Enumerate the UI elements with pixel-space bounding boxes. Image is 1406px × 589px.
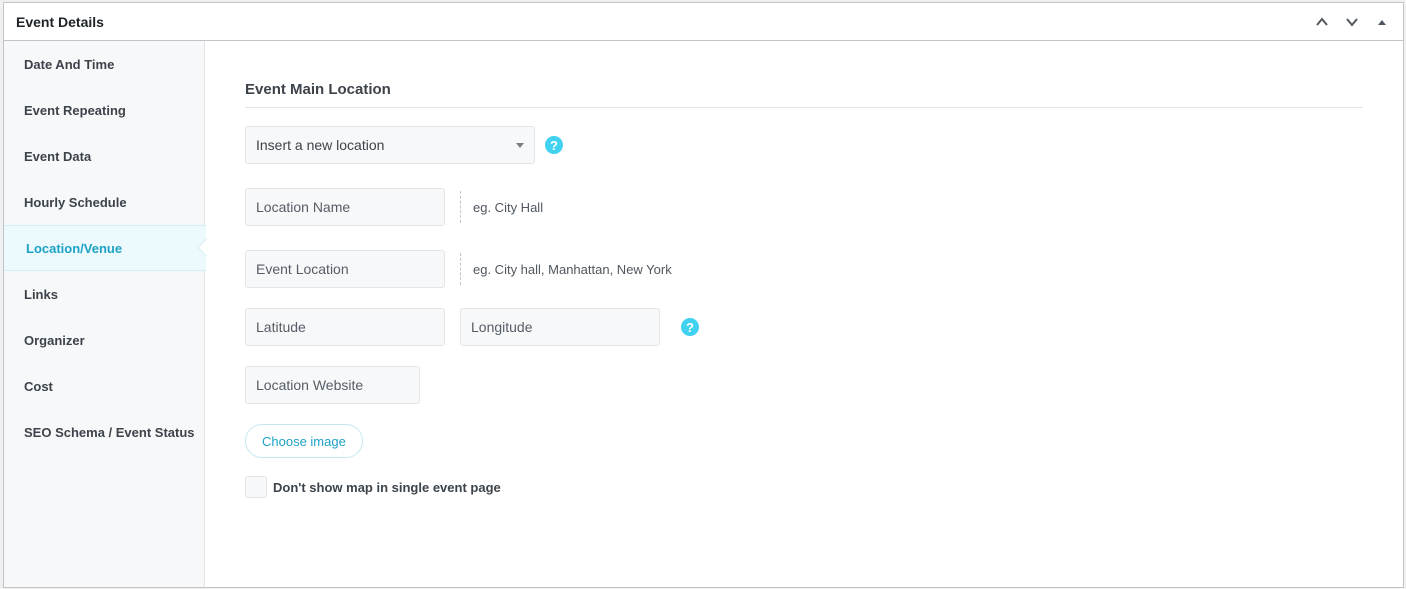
- sidebar-item-hourly-schedule[interactable]: Hourly Schedule: [4, 179, 204, 225]
- coordinates-row: ?: [245, 308, 699, 346]
- metabox-title: Event Details: [16, 13, 104, 30]
- website-row: [245, 366, 420, 404]
- choose-image-button[interactable]: Choose image: [245, 424, 363, 458]
- sidebar-item-links[interactable]: Links: [4, 271, 204, 317]
- sidebar-item-date-and-time[interactable]: Date And Time: [4, 41, 204, 87]
- section-title: Event Main Location: [245, 81, 1363, 108]
- chevron-down-icon: [1346, 17, 1358, 27]
- event-location-hint: eg. City hall, Manhattan, New York: [460, 253, 672, 285]
- sidebar-item-location-venue[interactable]: Location/Venue: [4, 225, 206, 271]
- location-website-input[interactable]: [245, 366, 420, 404]
- chevron-up-icon: [1316, 16, 1328, 26]
- toggle-panel-button[interactable]: [1369, 9, 1395, 35]
- latitude-input[interactable]: [245, 308, 445, 346]
- hide-map-checkbox[interactable]: [245, 476, 267, 498]
- hide-map-label[interactable]: Don't show map in single event page: [273, 480, 501, 495]
- metabox-header: Event Details: [4, 3, 1403, 41]
- location-select-value: Insert a new location: [256, 137, 385, 153]
- event-location-input[interactable]: [245, 250, 445, 288]
- sidebar-item-event-repeating[interactable]: Event Repeating: [4, 87, 204, 133]
- question-circle-icon[interactable]: ?: [545, 136, 563, 154]
- metabox-body: Date And Time Event Repeating Event Data…: [4, 41, 1403, 587]
- sidebar-item-event-data[interactable]: Event Data: [4, 133, 204, 179]
- hide-map-row: Don't show map in single event page: [245, 476, 501, 498]
- sidebar-item-seo-schema[interactable]: SEO Schema / Event Status: [4, 409, 204, 455]
- event-details-metabox: Event Details Date And Time Event Repeat…: [3, 2, 1404, 588]
- location-select[interactable]: Insert a new location: [245, 126, 535, 164]
- triangle-up-icon: [1378, 19, 1386, 25]
- location-panel: Event Main Location Insert a new locatio…: [205, 41, 1403, 587]
- caret-down-icon: [516, 143, 524, 148]
- longitude-input[interactable]: [460, 308, 660, 346]
- location-name-input[interactable]: [245, 188, 445, 226]
- location-name-row: eg. City Hall: [245, 188, 543, 226]
- image-row: Choose image: [245, 424, 363, 458]
- location-name-hint: eg. City Hall: [460, 191, 543, 223]
- sidebar-item-cost[interactable]: Cost: [4, 363, 204, 409]
- sidebar-item-organizer[interactable]: Organizer: [4, 317, 204, 363]
- move-up-button[interactable]: [1309, 9, 1335, 35]
- move-down-button[interactable]: [1339, 9, 1365, 35]
- metabox-header-actions: [1309, 9, 1395, 35]
- question-circle-icon[interactable]: ?: [681, 318, 699, 336]
- sidebar: Date And Time Event Repeating Event Data…: [4, 41, 206, 587]
- event-location-row: eg. City hall, Manhattan, New York: [245, 250, 672, 288]
- location-select-row: Insert a new location ?: [245, 126, 563, 164]
